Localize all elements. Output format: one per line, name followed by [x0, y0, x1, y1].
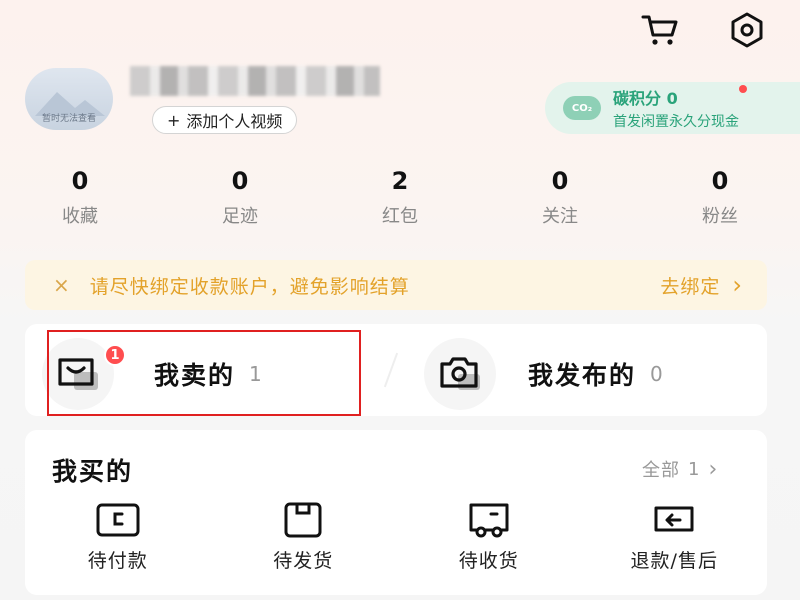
- stat-label: 关注: [542, 206, 578, 227]
- close-icon[interactable]: ×: [53, 273, 70, 297]
- all-orders-label: 全部: [642, 460, 680, 481]
- bind-account-label: 去绑定: [660, 275, 721, 298]
- stat-followers[interactable]: 0 粉丝: [640, 166, 800, 228]
- truck-icon: [467, 500, 511, 540]
- all-orders-count: 1: [688, 458, 701, 480]
- stat-label: 足迹: [222, 206, 258, 227]
- box-icon: [283, 500, 323, 540]
- add-video-label: 添加个人视频: [186, 112, 283, 131]
- order-label: 待付款: [87, 550, 148, 572]
- order-pending-receipt[interactable]: 待收货: [396, 500, 582, 573]
- order-label: 待收货: [458, 550, 519, 572]
- stats-row: 0 收藏 0 足迹 2 红包 0 关注 0 粉丝: [0, 166, 800, 228]
- view-all-orders-link[interactable]: 全部 1 ›: [642, 456, 718, 482]
- wallet-icon: [95, 500, 141, 540]
- my-published-button[interactable]: 我发布的 0: [424, 338, 663, 410]
- stat-value: 0: [71, 167, 89, 195]
- notice-message: 请尽快绑定收款账户，避免影响结算: [89, 275, 410, 298]
- carbon-title: 碳积分 0: [613, 89, 678, 108]
- stat-label: 红包: [382, 206, 418, 227]
- highlight-box: [47, 330, 361, 416]
- avatar-caption: 暂时无法查看: [41, 114, 96, 124]
- carbon-subtitle: 首发闲置永久分现金: [613, 114, 739, 130]
- notification-dot: [739, 85, 747, 93]
- stat-label: 收藏: [62, 206, 98, 227]
- my-published-label: 我发布的: [528, 361, 637, 390]
- cart-icon[interactable]: [638, 10, 682, 50]
- co2-icon: CO₂: [563, 96, 601, 120]
- username-blurred: [130, 66, 380, 96]
- avatar[interactable]: 暂时无法查看: [25, 68, 113, 130]
- stat-value: 0: [711, 167, 729, 195]
- stat-favorites[interactable]: 0 收藏: [0, 166, 160, 228]
- bind-account-notice: × 请尽快绑定收款账户，避免影响结算 去绑定 ›: [25, 260, 767, 310]
- plus-icon: +: [167, 110, 181, 130]
- stat-value: 0: [551, 167, 569, 195]
- order-refund-aftersales[interactable]: 退款/售后: [582, 500, 768, 573]
- my-bought-title: 我买的: [52, 457, 134, 486]
- stat-following[interactable]: 0 关注: [480, 166, 640, 228]
- order-label: 待发货: [273, 550, 334, 572]
- order-pending-payment[interactable]: 待付款: [25, 500, 211, 573]
- chevron-right-icon: ›: [708, 456, 719, 482]
- refund-icon: [652, 500, 696, 540]
- my-published-count: 0: [650, 362, 663, 386]
- stat-label: 粉丝: [702, 206, 738, 227]
- order-label: 退款/售后: [630, 550, 718, 572]
- stat-value: 0: [231, 167, 249, 195]
- stat-footprints[interactable]: 0 足迹: [160, 166, 320, 228]
- bind-account-link[interactable]: 去绑定 ›: [660, 271, 743, 299]
- camera-icon: [440, 357, 480, 390]
- published-icon-circle: [424, 338, 496, 410]
- order-status-row: 待付款 待发货 待收货 退款/售后: [25, 500, 767, 573]
- order-pending-shipment[interactable]: 待发货: [211, 500, 397, 573]
- add-video-button[interactable]: + 添加个人视频: [152, 106, 298, 134]
- carbon-points-card[interactable]: CO₂ 碳积分 0 首发闲置永久分现金: [545, 82, 800, 134]
- settings-icon[interactable]: [725, 10, 769, 50]
- stat-red-packets[interactable]: 2 红包: [320, 166, 480, 228]
- stat-value: 2: [391, 167, 409, 195]
- chevron-right-icon: ›: [732, 271, 743, 299]
